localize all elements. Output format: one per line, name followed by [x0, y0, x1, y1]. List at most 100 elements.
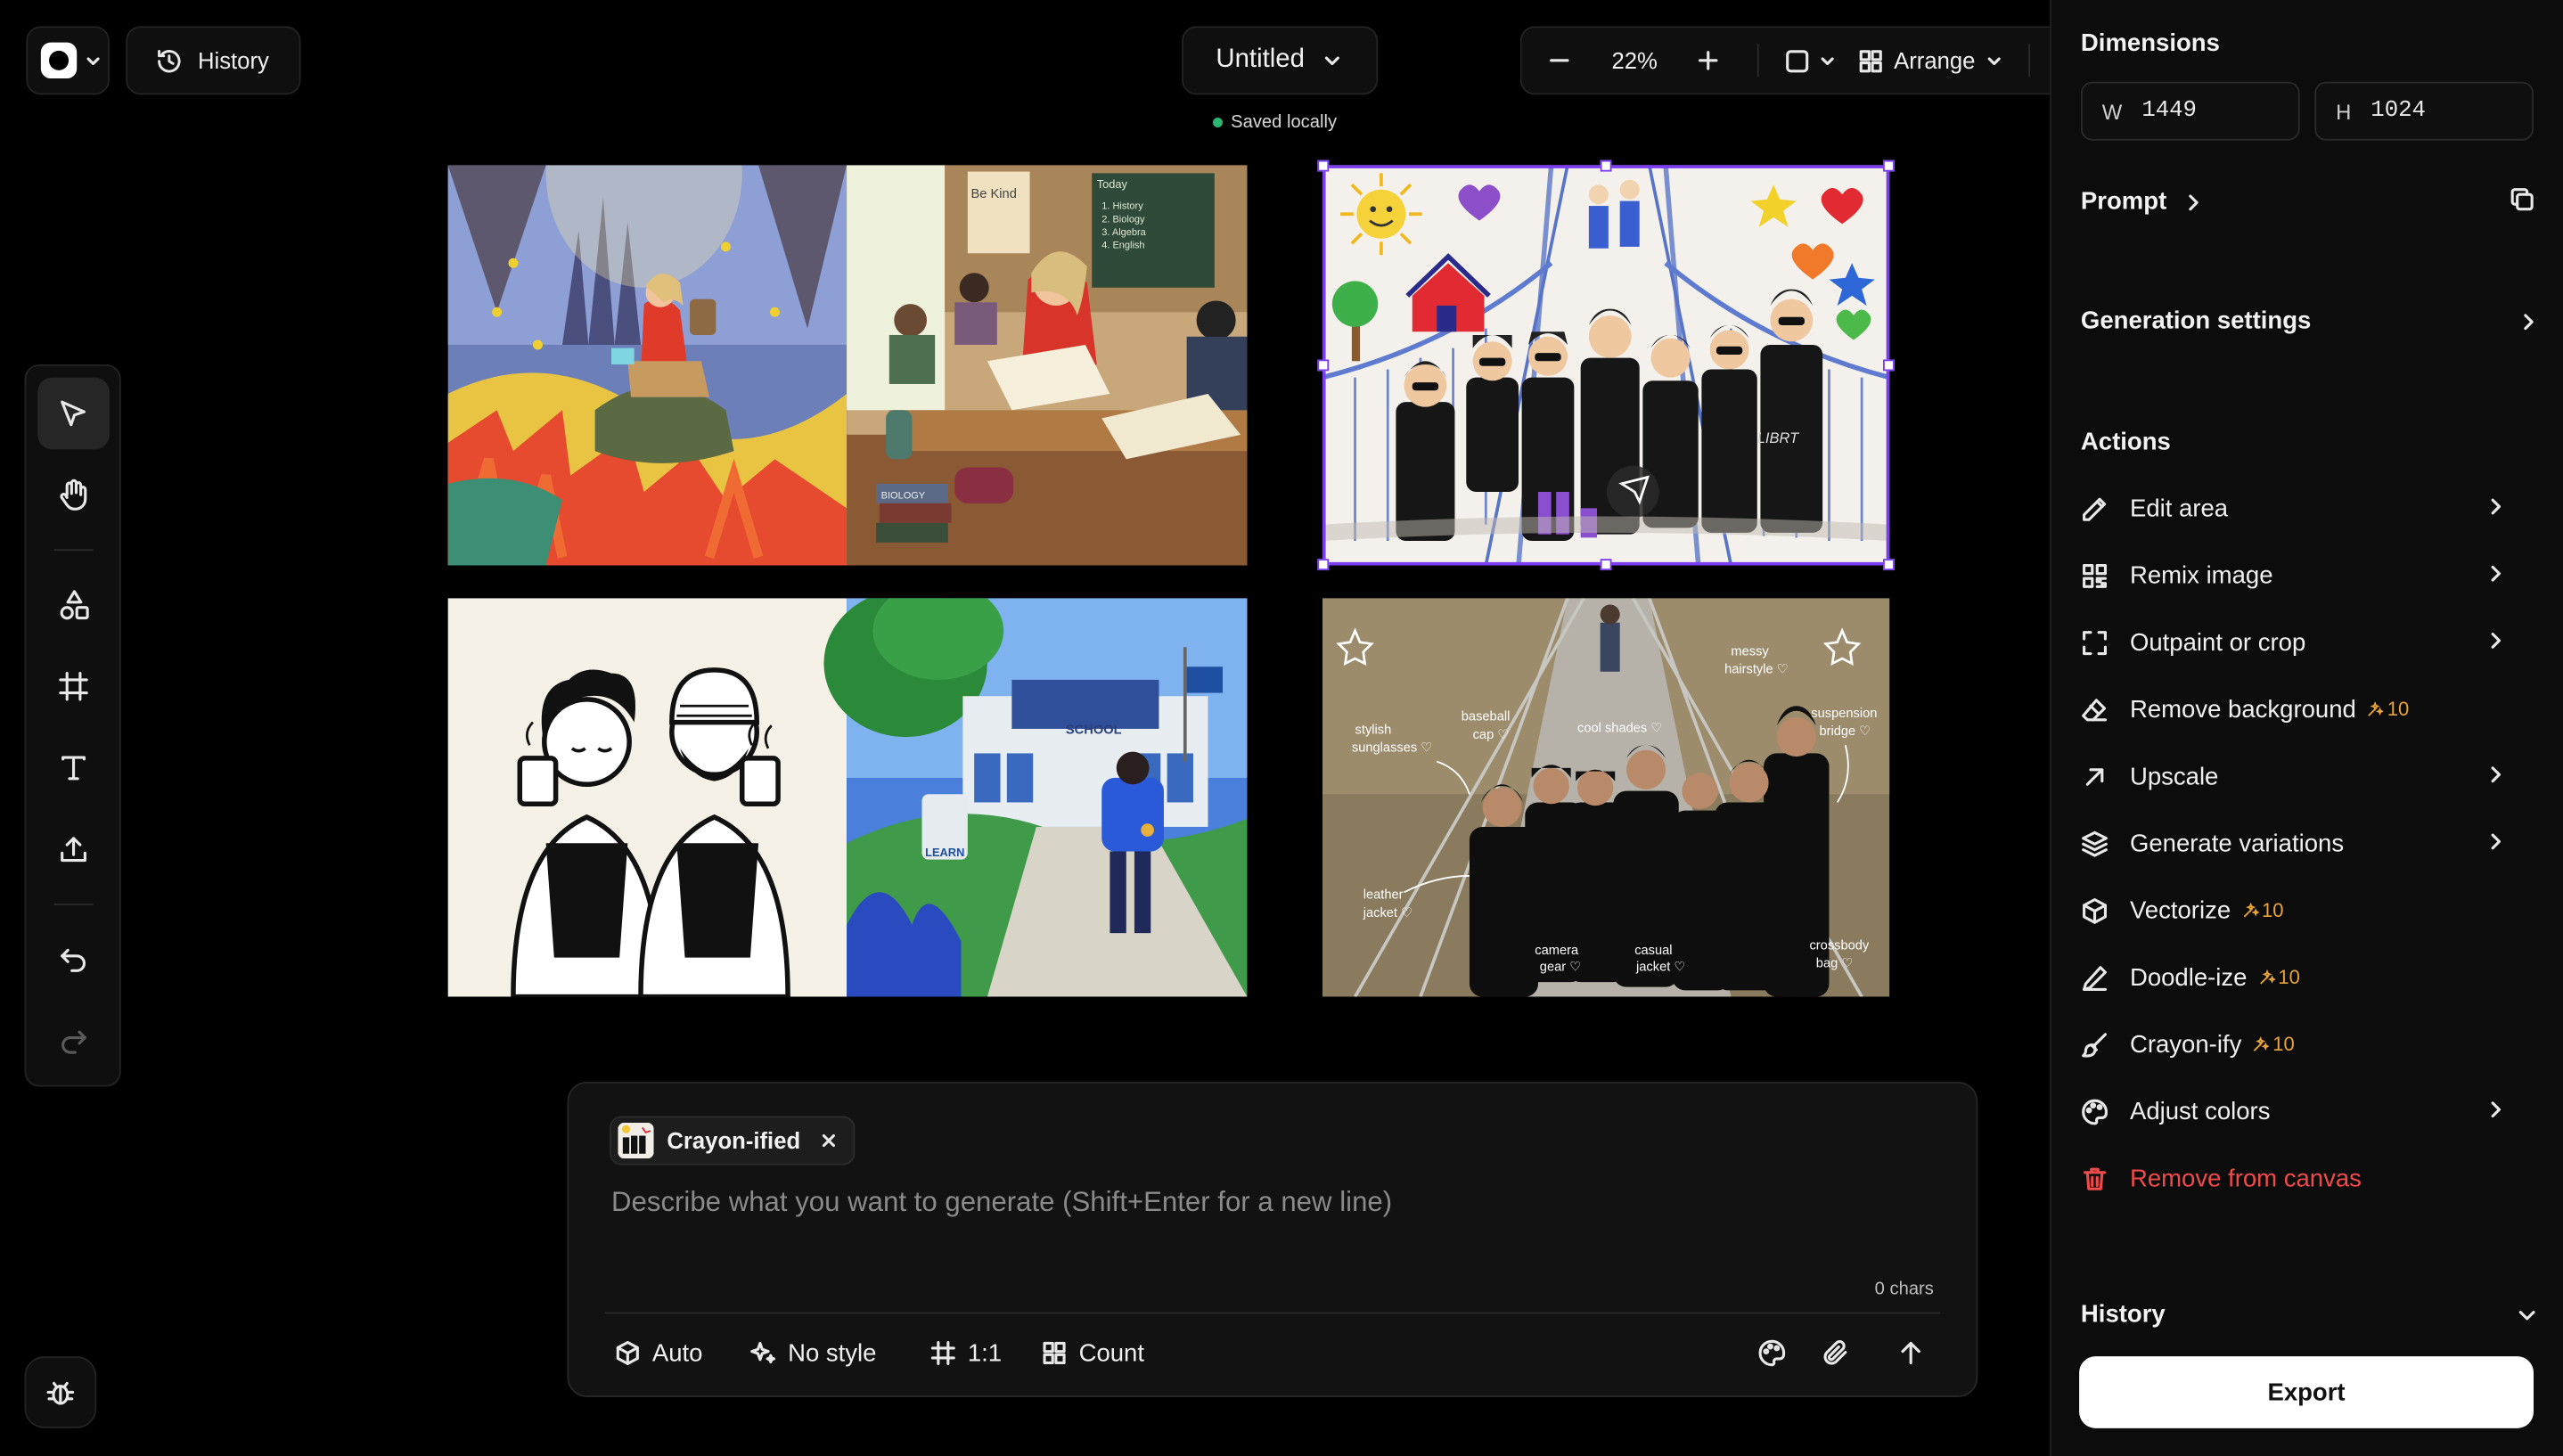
action-remove-from-canvas[interactable]: Remove from canvas — [2081, 1156, 2506, 1201]
zoom-toolbar: 22% Arrange — [1519, 26, 2076, 95]
action-adjust-colors[interactable]: Adjust colors — [2081, 1088, 2506, 1133]
svg-text:crossbody: crossbody — [1809, 938, 1869, 953]
prompt-input[interactable] — [610, 1178, 1936, 1228]
svg-text:BIOLOGY: BIOLOGY — [881, 490, 926, 501]
redo-button[interactable] — [37, 1005, 110, 1077]
credit-amount: 10 — [2387, 698, 2410, 721]
export-button[interactable]: Export — [2079, 1356, 2534, 1428]
action-label: Vectorize — [2129, 896, 2231, 925]
app-menu-button[interactable] — [26, 26, 110, 95]
text-tool[interactable] — [37, 732, 110, 805]
history-label: History — [197, 47, 269, 74]
history-section-title: History — [2080, 1300, 2166, 1329]
prompt-panel: Crayon-ified 0 chars Auto No style 1:1 C… — [567, 1082, 1978, 1397]
sparkle-credit-icon — [2368, 700, 2385, 716]
app-logo-icon — [40, 42, 78, 79]
action-remove-background[interactable]: Remove background 10 — [2081, 686, 2506, 732]
svg-text:4. English: 4. English — [1101, 241, 1144, 251]
zoom-level[interactable]: 22% — [1597, 28, 1672, 93]
action-crayon-ify[interactable]: Crayon-ify 10 — [2081, 1021, 2506, 1067]
chevron-right-icon — [2491, 498, 2502, 515]
action-label: Remove background — [2129, 695, 2356, 724]
prompt-section-title: Prompt — [2080, 187, 2167, 217]
reference-chip[interactable]: Crayon-ified — [610, 1116, 855, 1166]
width-value: 1449 — [2141, 98, 2197, 125]
history-section-toggle[interactable]: History — [2081, 1301, 2539, 1329]
svg-text:1. History: 1. History — [1101, 201, 1143, 212]
width-field[interactable]: W 1449 — [2080, 81, 2300, 141]
cursor-arrow-icon — [61, 400, 86, 427]
style-label: No style — [788, 1338, 877, 1368]
frame-tool[interactable] — [37, 650, 110, 723]
prompt-section-toggle[interactable]: Prompt — [2081, 188, 2203, 216]
canvas-image-student[interactable]: Be Kind Today 1. History 2. Biology 3. A… — [447, 165, 1248, 566]
select-tool[interactable] — [37, 377, 110, 450]
palette-button[interactable] — [1757, 1325, 1787, 1380]
resize-handle-se[interactable] — [1882, 559, 1895, 571]
resize-handle-sw[interactable] — [1317, 559, 1330, 571]
resize-handle-e[interactable] — [1882, 359, 1895, 372]
aspect-ratio-button[interactable]: 1:1 — [930, 1325, 1002, 1380]
chevron-down-icon — [1820, 57, 1833, 66]
bug-report-button[interactable] — [24, 1356, 97, 1428]
chevron-right-icon — [2491, 1101, 2502, 1118]
resize-handle-n[interactable] — [1600, 160, 1612, 172]
upload-tool[interactable] — [37, 814, 110, 886]
chevron-right-icon — [2491, 632, 2502, 649]
resize-handle-w[interactable] — [1317, 359, 1330, 372]
submit-button[interactable] — [1898, 1325, 1924, 1380]
svg-text:2. Biology: 2. Biology — [1101, 214, 1145, 225]
credit-badge: 10 — [2257, 966, 2300, 989]
resize-handle-s[interactable] — [1600, 559, 1612, 571]
svg-text:jacket ♡: jacket ♡ — [1635, 960, 1686, 974]
undo-button[interactable] — [37, 923, 110, 995]
svg-text:suspension: suspension — [1811, 707, 1877, 721]
credit-badge: 10 — [2366, 698, 2409, 721]
canvas-image-baristas-school[interactable]: SCHOOL LEARN — [447, 598, 1248, 997]
resize-handle-ne[interactable] — [1882, 160, 1895, 172]
zoom-in-button[interactable] — [1672, 28, 1744, 93]
generation-settings-title: Generation settings — [2080, 307, 2312, 335]
shapes-tool[interactable] — [37, 568, 110, 641]
chevron-down-icon — [86, 57, 100, 66]
count-button[interactable]: Count — [1041, 1325, 1144, 1380]
credit-amount: 10 — [2278, 965, 2300, 989]
close-icon[interactable] — [820, 1133, 836, 1149]
arrow-up-icon — [1901, 1341, 1920, 1365]
history-icon — [158, 49, 181, 72]
action-label: Adjust colors — [2129, 1097, 2271, 1125]
paperclip-icon — [1823, 1340, 1847, 1365]
selection-box[interactable] — [1317, 160, 1895, 571]
svg-text:jacket ♡: jacket ♡ — [1363, 906, 1413, 920]
attach-button[interactable] — [1821, 1325, 1850, 1380]
action-remix-image[interactable]: Remix image — [2081, 552, 2506, 598]
arrange-button[interactable]: Arrange — [1848, 28, 2011, 93]
sparkle-credit-icon — [2243, 901, 2259, 917]
style-button[interactable]: No style — [750, 1325, 877, 1380]
reference-chip-label: Crayon-ified — [667, 1127, 801, 1154]
action-generate-variations[interactable]: Generate variations — [2081, 821, 2506, 866]
chevron-down-icon — [1988, 57, 2002, 66]
cube-icon — [2083, 897, 2108, 923]
svg-text:leather: leather — [1363, 888, 1404, 903]
height-field[interactable]: H 1024 — [2314, 81, 2534, 141]
pan-tool[interactable] — [37, 459, 110, 531]
history-button[interactable]: History — [126, 26, 301, 95]
action-vectorize[interactable]: Vectorize 10 — [2081, 888, 2506, 933]
canvas-image-annotated-photo[interactable]: stylish sunglasses ♡ baseball cap ♡ cool s… — [1322, 598, 1890, 997]
document-title-button[interactable]: Untitled — [1182, 26, 1379, 95]
chevron-down-icon — [1325, 56, 1340, 66]
resize-handle-nw[interactable] — [1317, 160, 1330, 172]
remix-icon — [2083, 563, 2108, 588]
zoom-out-button[interactable] — [1522, 28, 1597, 93]
action-upscale[interactable]: Upscale — [2081, 753, 2506, 798]
action-edit-area[interactable]: Edit area — [2081, 486, 2506, 531]
frame-toggle-button[interactable] — [1770, 28, 1848, 93]
action-outpaint-crop[interactable]: Outpaint or crop — [2081, 619, 2506, 665]
generation-settings-toggle[interactable]: Generation settings — [2081, 307, 2539, 335]
grid-icon — [1043, 1341, 1066, 1365]
action-doodle-ize[interactable]: Doodle-ize 10 — [2081, 954, 2506, 1000]
action-label: Upscale — [2129, 762, 2219, 790]
copy-prompt-button[interactable] — [2509, 186, 2534, 221]
model-auto-button[interactable]: Auto — [615, 1325, 702, 1380]
